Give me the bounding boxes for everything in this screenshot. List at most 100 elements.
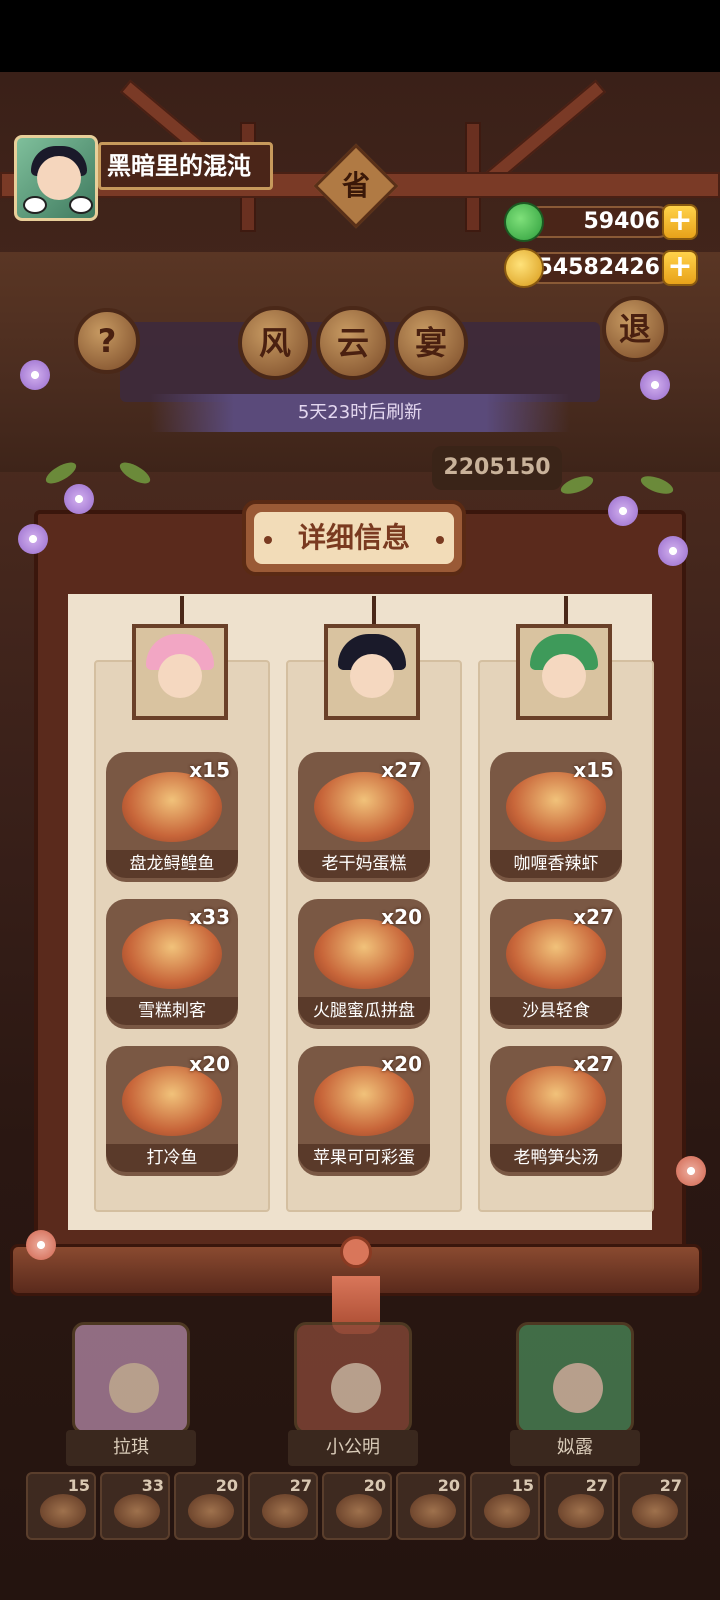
dish-strip-count: 15 <box>511 1476 534 1495</box>
player-name: 黑暗里的混沌 <box>98 142 273 190</box>
event-title-char: 云 <box>316 306 390 380</box>
dish-icon <box>314 1066 414 1136</box>
flower-decoration <box>658 536 688 566</box>
dish-card[interactable]: x27 老干妈蛋糕 <box>298 752 430 882</box>
dish-count: x20 <box>189 1052 230 1076</box>
dish-thumb-icon <box>410 1494 456 1528</box>
jade-icon <box>504 202 544 242</box>
dish-count: x27 <box>573 905 614 929</box>
tassel-knot <box>340 1236 372 1268</box>
dish-strip-item[interactable]: 27 <box>618 1472 688 1540</box>
dish-strip-count: 20 <box>363 1476 386 1495</box>
dish-name: 火腿蜜瓜拼盘 <box>298 997 430 1025</box>
flower-decoration <box>20 360 50 390</box>
dish-strip-count: 27 <box>659 1476 682 1495</box>
dish-name: 苹果可可彩蛋 <box>298 1144 430 1172</box>
dish-count: x15 <box>573 758 614 782</box>
dish-count: x15 <box>189 758 230 782</box>
dish-icon <box>122 919 222 989</box>
dish-card[interactable]: x20 打冷鱼 <box>106 1046 238 1176</box>
dish-count: x20 <box>381 905 422 929</box>
dish-name: 老干妈蛋糕 <box>298 850 430 878</box>
event-title-char: 宴 <box>394 306 468 380</box>
dish-strip-item[interactable]: 33 <box>100 1472 170 1540</box>
dish-strip-item[interactable]: 20 <box>174 1472 244 1540</box>
chef-portrait[interactable] <box>324 624 420 720</box>
dish-count: x27 <box>381 758 422 782</box>
dish-card[interactable]: x20 火腿蜜瓜拼盘 <box>298 899 430 1029</box>
flower-decoration <box>608 496 638 526</box>
dish-card[interactable]: x27 沙县轻食 <box>490 899 622 1029</box>
dish-strip-count: 27 <box>585 1476 608 1495</box>
dish-icon <box>122 1066 222 1136</box>
dish-name: 打冷鱼 <box>106 1144 238 1172</box>
character-card[interactable] <box>294 1322 412 1434</box>
flower-decoration <box>26 1230 56 1260</box>
dish-card[interactable]: x15 盘龙鲟鳇鱼 <box>106 752 238 882</box>
character-name: 姒露 <box>510 1430 640 1466</box>
dish-card[interactable]: x15 咖喱香辣虾 <box>490 752 622 882</box>
dish-card[interactable]: x33 雪糕刺客 <box>106 899 238 1029</box>
dish-name: 雪糕刺客 <box>106 997 238 1025</box>
character-face <box>553 1363 603 1413</box>
add-jade-button[interactable]: + <box>662 204 698 240</box>
dish-count: x33 <box>189 905 230 929</box>
chef-portrait[interactable] <box>516 624 612 720</box>
dish-icon <box>314 919 414 989</box>
dish-card[interactable]: x20 苹果可可彩蛋 <box>298 1046 430 1176</box>
chef-portrait[interactable] <box>132 624 228 720</box>
dish-thumb-icon <box>114 1494 160 1528</box>
flower-decoration <box>64 484 94 514</box>
dish-strip-item[interactable]: 20 <box>322 1472 392 1540</box>
dish-strip-item[interactable]: 27 <box>248 1472 318 1540</box>
jade-currency: 59406 + <box>504 202 698 242</box>
gold-currency: 54582426 + <box>504 248 698 288</box>
dish-card[interactable]: x27 老鸭笋尖汤 <box>490 1046 622 1176</box>
portrait-string <box>564 596 568 626</box>
dish-strip-count: 20 <box>437 1476 460 1495</box>
dish-strip-count: 27 <box>289 1476 312 1495</box>
score-display: 2205150 <box>432 446 562 490</box>
decor-dot <box>436 536 444 544</box>
player-avatar[interactable] <box>14 135 98 221</box>
dish-strip-item[interactable]: 15 <box>470 1472 540 1540</box>
dish-strip-item[interactable]: 27 <box>544 1472 614 1540</box>
add-gold-button[interactable]: + <box>662 250 698 286</box>
dish-thumb-icon <box>632 1494 678 1528</box>
portrait-face <box>158 654 202 698</box>
dish-strip-count: 15 <box>67 1476 90 1495</box>
character-name: 小公明 <box>288 1430 418 1466</box>
dish-icon <box>506 1066 606 1136</box>
panda-icon <box>69 196 93 214</box>
dish-strip-item[interactable]: 15 <box>26 1472 96 1540</box>
portrait-face <box>542 654 586 698</box>
dish-icon <box>122 772 222 842</box>
status-bar <box>0 0 720 72</box>
dish-thumb-icon <box>188 1494 234 1528</box>
dish-strip-item[interactable]: 20 <box>396 1472 466 1540</box>
coin-icon <box>504 248 544 288</box>
dish-thumb-icon <box>262 1494 308 1528</box>
dish-thumb-icon <box>484 1494 530 1528</box>
character-card[interactable] <box>72 1322 190 1434</box>
event-title-char: 风 <box>238 306 312 380</box>
refresh-timer: 5天23时后刷新 <box>150 394 570 432</box>
portrait-string <box>372 596 376 626</box>
dish-name: 沙县轻食 <box>490 997 622 1025</box>
dish-icon <box>506 772 606 842</box>
dish-thumb-icon <box>40 1494 86 1528</box>
help-button[interactable]: ? <box>74 308 140 374</box>
detail-title-plate: 详细信息 <box>242 500 466 576</box>
dish-strip-count: 20 <box>215 1476 238 1495</box>
jade-amount: 59406 <box>524 206 674 238</box>
dish-count: x20 <box>381 1052 422 1076</box>
panda-icon <box>23 196 47 214</box>
back-button[interactable]: 退 <box>602 296 668 362</box>
portrait-face <box>350 654 394 698</box>
dish-thumb-icon <box>558 1494 604 1528</box>
detail-title: 详细信息 <box>254 512 454 564</box>
flower-decoration <box>676 1156 706 1186</box>
character-card[interactable] <box>516 1322 634 1434</box>
dish-icon <box>314 772 414 842</box>
avatar-face <box>37 156 81 200</box>
